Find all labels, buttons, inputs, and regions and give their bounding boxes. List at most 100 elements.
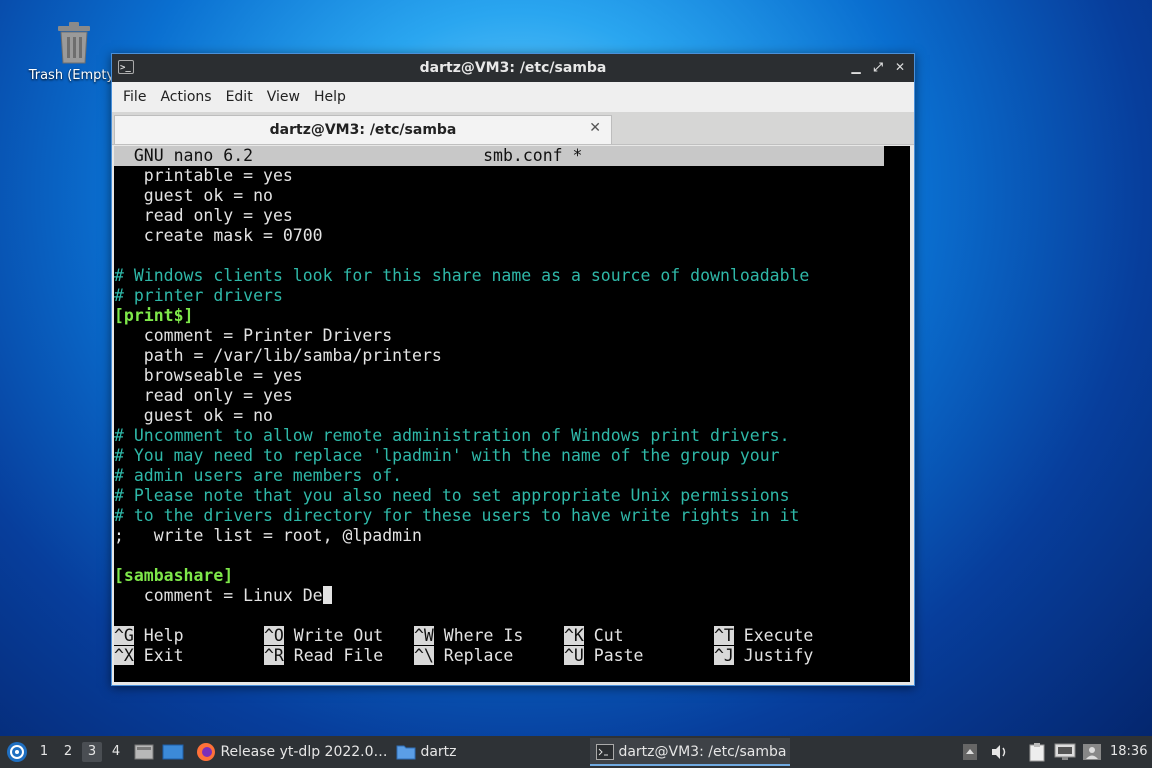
- taskbar: 1 2 3 4 Release yt-dlp 2022.0… dartz dar…: [0, 736, 1152, 768]
- task-firefox[interactable]: Release yt-dlp 2022.0…: [190, 738, 394, 766]
- nano-shortcut[interactable]: ^K Cut: [564, 626, 624, 646]
- shortcut-key: ^J: [714, 646, 734, 665]
- nano-version: GNU nano 6.2: [133, 146, 254, 165]
- nano-line: # You may need to replace 'lpadmin' with…: [114, 446, 780, 465]
- nano-line: create mask = 0700: [114, 226, 323, 245]
- nano-line: # Windows clients look for this share na…: [114, 266, 810, 285]
- workspace-4[interactable]: 4: [106, 742, 126, 762]
- window-title: dartz@VM3: /etc/samba: [419, 60, 607, 76]
- text-cursor: [322, 586, 332, 604]
- workspace-2[interactable]: 2: [58, 742, 78, 762]
- maximize-button[interactable]: ⤢: [870, 58, 886, 76]
- nano-shortcut[interactable]: ^G Help: [114, 626, 184, 646]
- shortcut-key: ^W: [414, 626, 434, 645]
- menu-view[interactable]: View: [260, 89, 307, 105]
- network-tray[interactable]: [1054, 736, 1076, 768]
- nano-shortcut[interactable]: ^\ Replace: [414, 646, 513, 666]
- clock[interactable]: 18:36: [1110, 736, 1147, 768]
- nano-shortcut[interactable]: ^R Read File: [264, 646, 383, 666]
- tray-up-arrow[interactable]: [962, 736, 978, 768]
- menubar: File Actions Edit View Help: [112, 82, 914, 112]
- task-firefox-label: Release yt-dlp 2022.0…: [220, 744, 388, 760]
- nano-line: [print$]: [114, 306, 194, 325]
- user-tray[interactable]: [1082, 736, 1102, 768]
- shortcut-label: Paste: [583, 646, 644, 665]
- task-terminal[interactable]: dartz@VM3: /etc/samba: [590, 738, 790, 766]
- arrow-up-icon: [963, 744, 977, 760]
- nano-filename: smb.conf *: [483, 146, 583, 165]
- nano-line: [sambashare]: [114, 566, 234, 585]
- nano-line: # Uncomment to allow remote administrati…: [114, 426, 790, 445]
- volume-icon: [992, 745, 1006, 759]
- nano-line: read only = yes: [114, 386, 293, 405]
- shortcut-key: ^X: [114, 646, 134, 665]
- shortcut-label: Where Is: [433, 626, 524, 645]
- nano-line: ; write list = root, @lpadmin: [114, 526, 422, 545]
- menu-file[interactable]: File: [116, 89, 153, 105]
- tab-bar: dartz@VM3: /etc/samba ✕: [112, 112, 914, 145]
- nano-line: # to the drivers directory for these use…: [114, 506, 800, 525]
- window-titlebar[interactable]: >_ dartz@VM3: /etc/samba ▁ ⤢ ✕: [112, 54, 914, 82]
- shortcut-key: ^U: [564, 646, 584, 665]
- terminal-icon: [596, 744, 614, 760]
- minimize-button[interactable]: ▁: [848, 58, 864, 76]
- nano-line: # printer drivers: [114, 286, 283, 305]
- tab-close-icon[interactable]: ✕: [589, 120, 601, 136]
- file-manager-launcher[interactable]: [134, 736, 154, 768]
- nano-line: comment = Printer Drivers: [114, 326, 393, 345]
- shortcut-label: Help: [133, 626, 184, 645]
- terminal-window: >_ dartz@VM3: /etc/samba ▁ ⤢ ✕ File Acti…: [111, 53, 915, 686]
- nano-shortcut[interactable]: ^X Exit: [114, 646, 184, 666]
- start-menu-button[interactable]: [6, 736, 28, 768]
- folder-icon: [396, 745, 416, 760]
- nano-shortcut[interactable]: ^W Where Is: [414, 626, 523, 646]
- nano-shortcut[interactable]: ^T Execute: [714, 626, 813, 646]
- nano-line: path = /var/lib/samba/printers: [114, 346, 442, 365]
- nano-shortcut[interactable]: ^J Justify: [714, 646, 813, 666]
- show-desktop-button[interactable]: [162, 736, 184, 768]
- shortcut-key: ^K: [564, 626, 584, 645]
- shortcut-label: Write Out: [283, 626, 384, 645]
- desktop-trash[interactable]: Trash (Empty): [24, 22, 124, 83]
- nano-line: read only = yes: [114, 206, 293, 225]
- shortcut-label: Execute: [733, 626, 814, 645]
- menu-actions[interactable]: Actions: [153, 89, 218, 105]
- trash-label: Trash (Empty): [28, 68, 120, 83]
- shortcut-label: Read File: [283, 646, 384, 665]
- tab-label: dartz@VM3: /etc/samba: [269, 122, 457, 138]
- clipboard-icon: [1029, 743, 1045, 762]
- menu-edit[interactable]: Edit: [219, 89, 260, 105]
- shortcut-key: ^T: [714, 626, 734, 645]
- shortcut-key: ^G: [114, 626, 134, 645]
- task-file-manager[interactable]: dartz: [390, 738, 463, 766]
- nano-shortcut[interactable]: ^U Paste: [564, 646, 643, 666]
- trash-icon: [58, 22, 90, 64]
- shortcut-key: ^R: [264, 646, 284, 665]
- nano-line: printable = yes: [114, 166, 293, 185]
- tab-terminal[interactable]: dartz@VM3: /etc/samba ✕: [114, 115, 612, 144]
- nano-line: comment = Linux De: [114, 586, 332, 606]
- nano-header: GNU nano 6.2 smb.conf *: [114, 146, 884, 166]
- terminal-area[interactable]: GNU nano 6.2 smb.conf * printable = yes g…: [114, 146, 910, 682]
- nano-line: # admin users are members of.: [114, 466, 403, 485]
- desktop-icon: [162, 744, 184, 760]
- workspace-1[interactable]: 1: [34, 742, 54, 762]
- file-manager-icon: [134, 744, 154, 760]
- menu-help[interactable]: Help: [307, 89, 353, 105]
- shortcut-key: ^O: [264, 626, 284, 645]
- nano-line: guest ok = no: [114, 186, 273, 205]
- firefox-icon: [197, 743, 215, 761]
- volume-control[interactable]: [990, 736, 1010, 768]
- close-button[interactable]: ✕: [892, 58, 908, 76]
- clipboard-tray[interactable]: [1028, 736, 1046, 768]
- task-file-manager-label: dartz: [420, 744, 457, 760]
- shortcut-label: Replace: [433, 646, 514, 665]
- nano-line: # Please note that you also need to set …: [114, 486, 790, 505]
- task-terminal-label: dartz@VM3: /etc/samba: [618, 744, 787, 760]
- workspace-3[interactable]: 3: [82, 742, 102, 762]
- nano-shortcut[interactable]: ^O Write Out: [264, 626, 383, 646]
- nano-line: browseable = yes: [114, 366, 303, 385]
- lubuntu-logo-icon: [7, 742, 27, 762]
- shortcut-key: ^\: [414, 646, 434, 665]
- shortcut-label: Exit: [133, 646, 184, 665]
